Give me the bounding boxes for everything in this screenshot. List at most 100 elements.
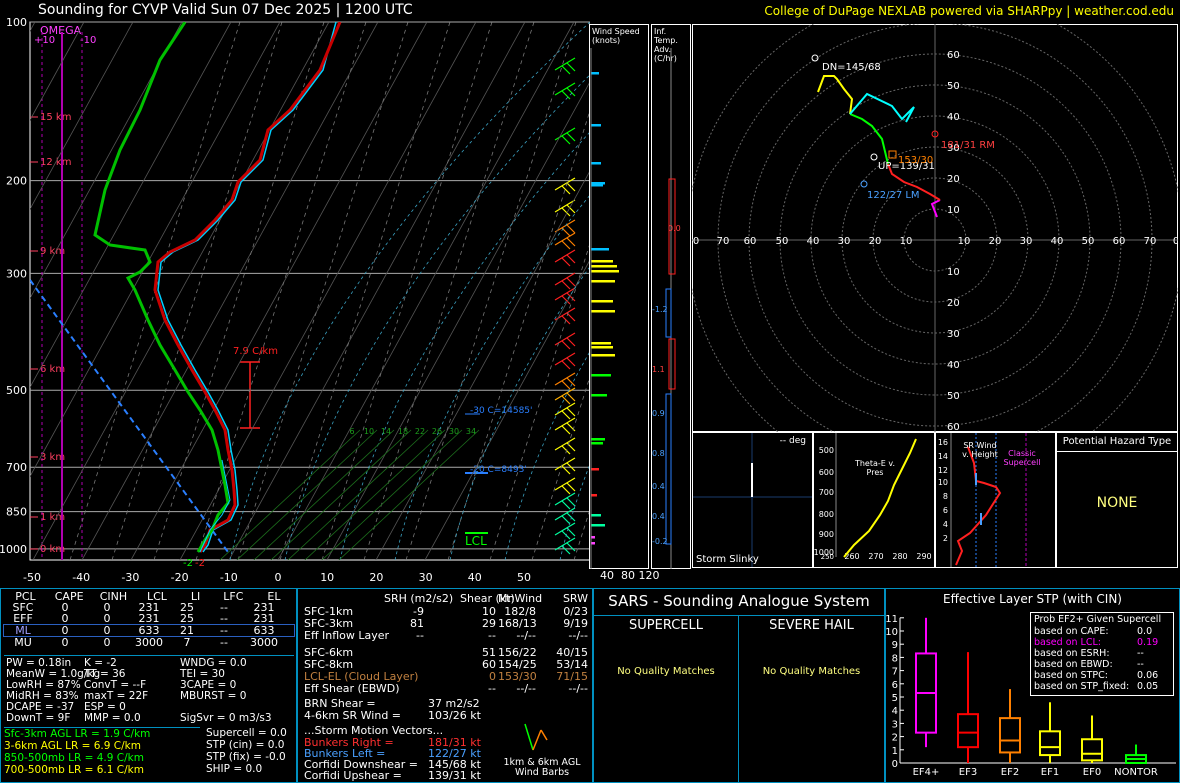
- stp-y-label: 2: [892, 733, 898, 744]
- wind-barb: [554, 287, 576, 305]
- stp-y-label: 8: [892, 653, 898, 664]
- wind-barb: [554, 199, 576, 217]
- hodo-x-label: 60: [744, 236, 757, 247]
- storm-motion-title: ...Storm Motion Vectors...: [304, 724, 444, 737]
- prob-row: based on ESRH: --: [1031, 648, 1173, 659]
- thetae-y-label: 900: [819, 530, 834, 539]
- thetae-y-label: 700: [819, 488, 834, 497]
- prob-value: 0.0: [1137, 626, 1153, 637]
- virtual-temp-line: [157, 22, 337, 553]
- parcel-cell: MU: [14, 636, 32, 649]
- mixing-ratio-line: [270, 429, 412, 560]
- kin-cell: --/--: [568, 682, 588, 695]
- stp-category-label: EF1: [1041, 767, 1059, 778]
- supercell-param: Supercell = 0.0: [206, 727, 287, 739]
- thetae-y-label: 600: [819, 468, 834, 477]
- kin-cell: --/--: [516, 682, 536, 695]
- dn-label: DN=145/68: [822, 62, 881, 73]
- isotherm: [32, 22, 330, 560]
- hodo-ring-label: 20: [947, 174, 960, 185]
- hodo-x-label: 50: [776, 236, 789, 247]
- hodo-ring-label: 50: [947, 391, 960, 402]
- prob-label: based on STP_fixed:: [1034, 681, 1130, 692]
- wind-barb: [554, 437, 576, 455]
- prob-label: based on EBWD:: [1034, 659, 1113, 670]
- lm-marker: [860, 180, 868, 188]
- supercell-param: STP (fix) = -0.0: [206, 751, 286, 763]
- pressure-label: 700: [6, 461, 27, 474]
- stp-y-label: 5: [892, 693, 898, 704]
- parcel-cell: --: [220, 612, 228, 625]
- prob-title: Prob EF2+ Given Supercell: [1034, 614, 1162, 625]
- iso-20-label: -20 C=8493': [470, 465, 527, 475]
- kin-cell: Eff Shear (EBWD): [304, 682, 400, 695]
- hodo-ring-label: 60: [947, 422, 960, 432]
- mixing-ratio-line: [236, 429, 378, 560]
- stp-box: [957, 713, 979, 749]
- index-value: SigSvr = 0 m3/s3: [180, 712, 272, 724]
- kin-cell: --/--: [516, 629, 536, 642]
- dry-adiabat: [573, 508, 590, 560]
- wind-barb: [554, 249, 576, 267]
- wind-axis-80: 80: [621, 569, 635, 582]
- kin-cell: --/--: [568, 629, 588, 642]
- isotherm: [81, 22, 379, 560]
- stp-box: [999, 717, 1021, 754]
- parcel-cell: 0: [61, 636, 69, 649]
- stp-y-label: 4: [892, 706, 898, 717]
- wind-speed-bar: [591, 270, 619, 273]
- adv-value: 1.1: [652, 365, 665, 374]
- mixing-ratio-line: [287, 429, 429, 560]
- stp-y-label: 10: [886, 627, 898, 638]
- lm-label: 122/27 LM: [867, 190, 920, 201]
- wind-speed-bar: [591, 280, 615, 283]
- thetae-title: Theta-E v. Pres: [854, 459, 896, 477]
- supercell-param: SHIP = 0.0: [206, 763, 263, 775]
- kin-cell: -9: [413, 605, 424, 618]
- wind-speed-bar: [591, 72, 599, 75]
- wind-speed-bar: [591, 374, 611, 377]
- pressure-label: 1000: [0, 543, 27, 556]
- prob-value: 0.05: [1137, 681, 1159, 692]
- hodo-trace: [930, 199, 941, 218]
- prob-row: based on STPC: 0.06: [1031, 670, 1173, 681]
- temp-label: -40: [72, 571, 90, 584]
- stp-category-label: NONTOR: [1114, 767, 1158, 778]
- parcel-cell: 633: [138, 624, 160, 637]
- temp-label: -50: [23, 571, 41, 584]
- lapse-rate: 700-500mb LR = 6.1 C/km: [4, 764, 144, 776]
- wind-speed-bar: [591, 342, 611, 345]
- hodo-x-label: 30: [1020, 236, 1033, 247]
- stp-y-label: 9: [892, 640, 898, 651]
- wind-barb: [554, 507, 576, 525]
- kin-label: 4-6km SR Wind =: [304, 709, 402, 722]
- kin-cell: Eff Inflow Layer: [304, 629, 390, 642]
- skewt-chart: 100 200 300 500 700 850 1000 -50 -40 -30 -20 -10 0 10…: [0, 16, 590, 584]
- thetae-x-label: 280: [892, 552, 907, 561]
- hodo-x-label: 70: [717, 236, 730, 247]
- indices-block: PW = 0.18in MeanW = 1.0g/kg LowRH = 87% Mid…: [4, 655, 294, 724]
- adv-value: 0.4: [652, 482, 665, 491]
- dry-adiabat: [237, 22, 409, 560]
- hodo-ring-label: 40: [947, 112, 960, 123]
- adv-value: 0.0: [668, 224, 681, 233]
- stp-box: [1039, 730, 1061, 757]
- skewt-frame: [29, 21, 590, 561]
- lapse-rate: Sfc-3km AGL LR = 1.9 C/km: [4, 728, 151, 740]
- parcel-cell: 231: [138, 612, 160, 625]
- stp-y-label: 0: [892, 759, 898, 770]
- temp-label: 30: [419, 571, 433, 584]
- hodograph: 60 10 50 20 40 30 30 40 20 50 10 60 0 70 60 50 40 30 20 10 1…: [692, 24, 1178, 432]
- adv-value: 0.9: [652, 409, 665, 418]
- hodo-x-label: 10: [958, 236, 971, 247]
- kin-cell: 153/30: [498, 670, 537, 683]
- parcel-cell: 0: [61, 624, 69, 637]
- parcel-cell: 3000: [250, 636, 278, 649]
- adv-bar: [665, 393, 672, 545]
- stp-y-label: 3: [892, 719, 898, 730]
- hodo-x-label: 20: [869, 236, 882, 247]
- mixing-ratio-line: [338, 429, 480, 560]
- hodo-trace: [817, 75, 854, 115]
- moist-adiabat: [229, 22, 590, 560]
- srwind-y-label: 14: [938, 452, 948, 461]
